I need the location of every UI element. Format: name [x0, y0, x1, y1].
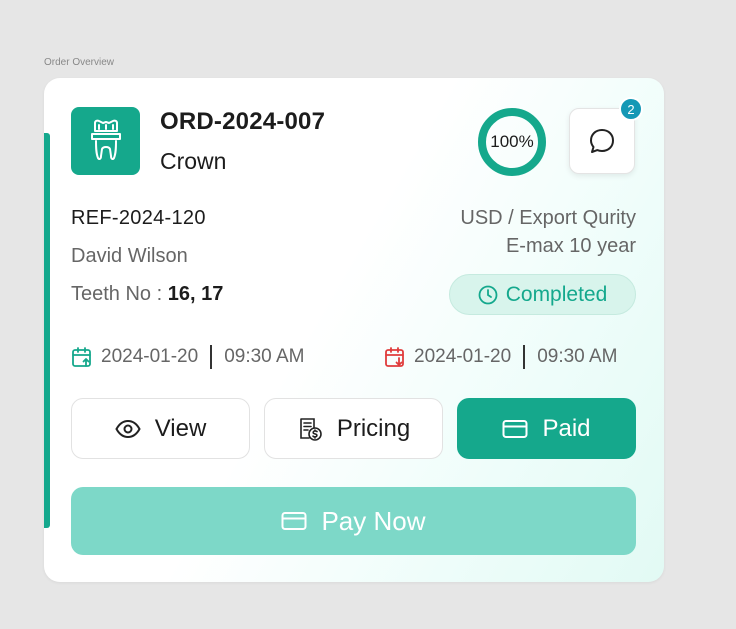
status-label: Completed — [505, 282, 608, 306]
frame-label: Order Overview — [44, 57, 115, 68]
order-card: ORD-2024-007 Crown 100% 2 REF-2024-120 D… — [44, 78, 664, 582]
start-time-value: 09:30 AM — [224, 346, 305, 367]
credit-card-icon — [281, 512, 307, 530]
view-label: View — [154, 414, 207, 442]
end-time-value: 09:30 AM — [537, 346, 618, 367]
status-badge: Completed — [449, 274, 636, 315]
order-id: ORD-2024-007 — [160, 108, 326, 135]
pay-now-label: Pay Now — [321, 505, 426, 536]
material-warranty: E-max 10 year — [505, 235, 636, 257]
progress-label: 100% — [490, 132, 534, 151]
teeth-label: Teeth No : — [71, 283, 168, 305]
currency-quality: USD / Export Qurity — [460, 207, 636, 229]
reference-number: REF-2024-120 — [71, 207, 206, 229]
pay-now-button[interactable]: Pay Now — [71, 487, 636, 555]
credit-card-icon — [502, 419, 528, 438]
date-time-separator — [523, 345, 526, 369]
product-name: Crown — [160, 148, 227, 174]
message-count-badge: 2 — [619, 97, 643, 121]
pricing-label: Pricing — [336, 414, 411, 442]
chat-bubble-icon — [590, 129, 614, 153]
progress-ring: 100% — [477, 107, 547, 177]
clock-icon — [478, 285, 498, 304]
view-button[interactable]: View — [71, 398, 250, 459]
tooth-crown-icon — [71, 107, 140, 175]
eye-icon — [115, 419, 141, 438]
calendar-arrow-up-icon — [72, 347, 91, 367]
card-accent-bar — [44, 133, 50, 528]
patient-name: David Wilson — [71, 245, 188, 267]
teeth-numbers: Teeth No : 16, 17 — [71, 283, 223, 306]
pricing-button[interactable]: Pricing — [264, 398, 443, 459]
teeth-value: 16, 17 — [167, 283, 224, 305]
end-date-value: 2024-01-20 — [414, 346, 512, 367]
end-date: 2024-01-20 09:30 AM — [384, 344, 617, 370]
invoice-dollar-icon — [300, 417, 322, 441]
start-date-value: 2024-01-20 — [101, 346, 199, 367]
calendar-arrow-down-icon — [385, 347, 404, 367]
paid-button[interactable]: Paid — [457, 398, 636, 459]
date-time-separator — [210, 345, 213, 369]
paid-label: Paid — [542, 414, 591, 442]
start-date: 2024-01-20 09:30 AM — [71, 344, 304, 370]
